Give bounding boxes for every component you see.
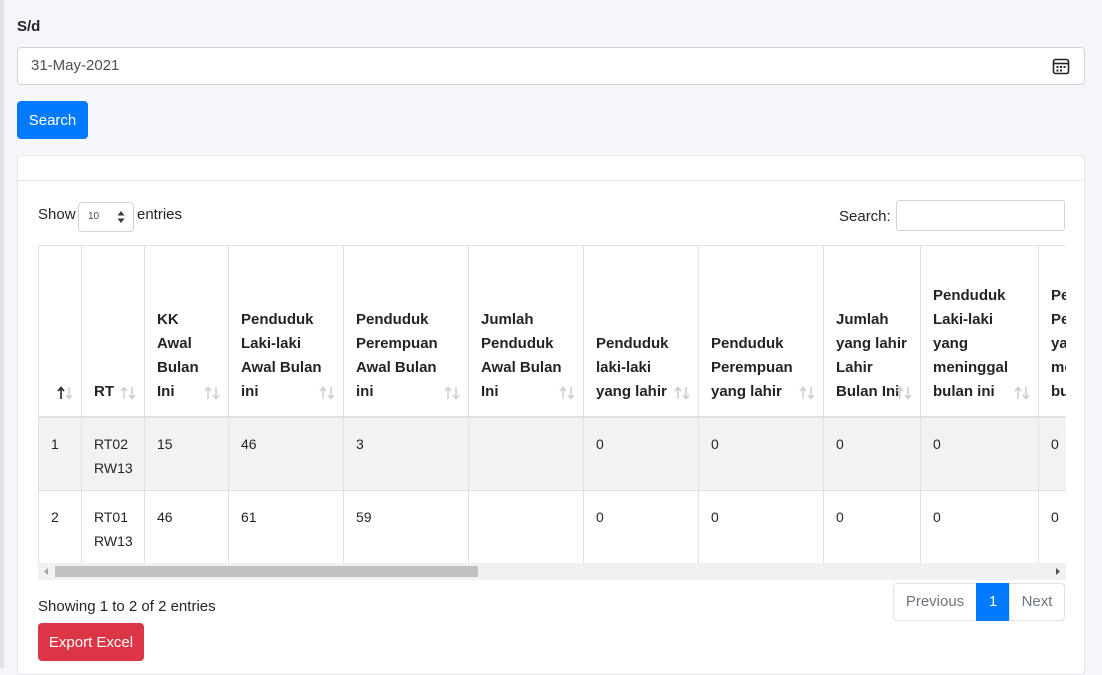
col-header-laki-meninggal[interactable]: Penduduk Laki-laki yang meninggal bulan …: [920, 245, 1039, 418]
previous-page-button[interactable]: Previous: [893, 583, 977, 621]
select-arrows-icon: [117, 211, 125, 223]
scrollbar-thumb[interactable]: [55, 566, 478, 577]
table-cell: 46: [144, 490, 229, 563]
col-header-kk-awal[interactable]: KK Awal Bulan Ini: [144, 245, 229, 418]
table-cell: 59: [343, 490, 469, 563]
table-info: Showing 1 to 2 of 2 entries: [38, 598, 216, 615]
table-row: 2 RT01 RW13 46 61 59 0 0 0 0 0: [38, 490, 1066, 563]
date-input[interactable]: 31-May-2021: [17, 47, 1085, 85]
export-excel-button[interactable]: Export Excel: [38, 623, 144, 661]
table-cell: RT01 RW13: [81, 490, 145, 563]
table-search-label: Search:: [839, 208, 891, 225]
col-header-laki-awal[interactable]: Penduduk Laki-laki Awal Bulan ini: [228, 245, 344, 418]
table-cell: 0: [583, 490, 699, 563]
page-length-select[interactable]: 10: [78, 202, 134, 232]
table-row: 1 RT02 RW13 15 46 3 0 0 0 0 0: [38, 416, 1066, 491]
sort-icon: [120, 385, 136, 400]
calendar-icon[interactable]: [1052, 57, 1070, 75]
table-cell: [468, 490, 584, 563]
table-cell: 1: [38, 416, 82, 491]
col-header-perempuan-meninggal[interactable]: Penduduk Perempuan yang meninggal bulan …: [1038, 245, 1066, 418]
date-label: S/d: [17, 18, 41, 35]
search-button[interactable]: Search: [17, 101, 88, 139]
table-cell: 0: [698, 490, 824, 563]
table-cell: 2: [38, 490, 82, 563]
table-cell: 3: [343, 416, 469, 491]
table-cell: 0: [823, 416, 921, 491]
col-header-perempuan-awal[interactable]: Penduduk Perempuan Awal Bulan ini: [343, 245, 469, 418]
table-cell: 0: [1038, 490, 1066, 563]
sort-icon: [674, 385, 690, 400]
table-cell: 61: [228, 490, 344, 563]
show-label: Show: [38, 206, 76, 223]
table-cell: 46: [228, 416, 344, 491]
col-header-jumlah-awal[interactable]: Jumlah Penduduk Awal Bulan Ini: [468, 245, 584, 418]
table-cell: [468, 416, 584, 491]
card-header: [18, 156, 1084, 181]
col-header-no[interactable]: [38, 245, 82, 418]
report-card: Show 10 entries Search: RT KK Awal Bulan…: [17, 155, 1085, 675]
col-header-rt[interactable]: RT: [81, 245, 145, 418]
sort-icon: [896, 385, 912, 400]
next-page-button[interactable]: Next: [1009, 583, 1065, 621]
table-cell: 0: [1038, 416, 1066, 491]
scroll-right-arrow-icon[interactable]: [1055, 568, 1061, 575]
scroll-left-arrow-icon[interactable]: [43, 568, 49, 575]
table-cell: 0: [920, 490, 1039, 563]
table-cell: 15: [144, 416, 229, 491]
sort-asc-icon: [57, 385, 73, 400]
table-cell: 0: [583, 416, 699, 491]
col-header-jumlah-lahir[interactable]: Jumlah yang lahir Lahir Bulan Ini: [823, 245, 921, 418]
entries-label: entries: [137, 206, 183, 223]
sort-icon: [444, 385, 460, 400]
sort-icon: [319, 385, 335, 400]
left-edge: [0, 0, 4, 668]
table-cell: 0: [698, 416, 824, 491]
horizontal-scrollbar[interactable]: [38, 563, 1066, 580]
page-1-button[interactable]: 1: [976, 583, 1010, 621]
date-value: 31-May-2021: [31, 57, 120, 74]
table-cell: 0: [920, 416, 1039, 491]
sort-icon: [559, 385, 575, 400]
table-header-row: RT KK Awal Bulan Ini Penduduk Laki-laki …: [38, 245, 1066, 418]
sort-icon: [204, 385, 220, 400]
table-cell: 0: [823, 490, 921, 563]
col-header-perempuan-lahir[interactable]: Penduduk Perempuan yang lahir: [698, 245, 824, 418]
col-header-laki-lahir[interactable]: Penduduk laki-laki yang lahir: [583, 245, 699, 418]
data-table: RT KK Awal Bulan Ini Penduduk Laki-laki …: [38, 245, 1066, 563]
pagination: Previous 1 Next: [893, 583, 1065, 621]
page-length-value: 10: [88, 211, 100, 222]
table-search-input[interactable]: [896, 200, 1065, 231]
table-scroll-area: RT KK Awal Bulan Ini Penduduk Laki-laki …: [38, 245, 1066, 563]
sort-icon: [799, 385, 815, 400]
sort-icon: [1014, 385, 1030, 400]
table-cell: RT02 RW13: [81, 416, 145, 491]
